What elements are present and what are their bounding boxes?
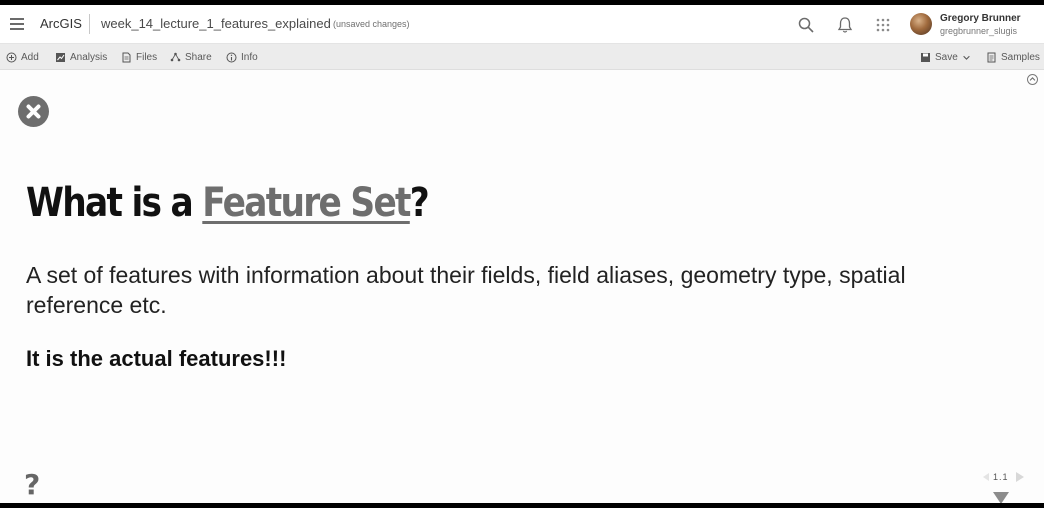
title-prefix: What is a [26,180,203,226]
slide-number: 1.1 [993,472,1009,482]
bell-icon[interactable] [836,16,854,34]
next-slide-icon[interactable] [1014,471,1026,483]
apps-grid-icon[interactable] [874,16,892,34]
add-label: Add [21,51,39,63]
save-button[interactable]: Save [920,50,971,64]
save-status: (unsaved changes) [333,19,410,29]
down-slide-icon[interactable] [992,491,1010,503]
feature-set-link[interactable]: Feature Set [202,180,411,226]
share-icon [170,52,181,61]
info-label: Info [241,51,258,63]
app-window: ArcGIS week_14_lecture_1_features_explai… [0,5,1044,503]
add-circle-icon [6,52,17,62]
close-icon[interactable] [18,96,49,127]
slide-content: What is a Feature Set? A set of features… [0,70,1044,503]
user-handle: gregbrunner_slugis [940,26,1018,36]
file-icon [122,52,131,62]
title-suffix: ? [409,180,430,226]
info-button[interactable]: Info [226,50,258,64]
avatar[interactable] [910,13,932,35]
info-icon [226,52,237,62]
prev-slide-icon[interactable] [982,472,990,482]
help-button[interactable]: ? [24,468,40,501]
chevron-down-icon [963,55,970,60]
samples-label: Samples [1001,51,1040,63]
search-icon[interactable] [797,16,815,34]
files-button[interactable]: Files [121,50,157,64]
collapse-icon[interactable] [1027,74,1038,85]
save-label: Save [935,51,958,63]
samples-icon [987,52,996,62]
save-icon [921,52,930,62]
top-header: ArcGIS week_14_lecture_1_features_explai… [0,5,1044,44]
slide-body-text: A set of features with information about… [26,262,906,318]
share-label: Share [185,51,212,63]
menu-icon[interactable] [10,18,24,30]
files-label: Files [136,51,158,63]
user-name[interactable]: Gregory Brunner [940,13,1021,24]
slide-title: What is a Feature Set? [26,180,430,226]
share-button[interactable]: Share [170,50,212,64]
analysis-icon [56,52,65,62]
analysis-button[interactable]: Analysis [55,50,107,64]
add-button[interactable]: Add [6,50,39,64]
notebook-toolbar: Add Analysis Files Share Info Save Sampl… [0,44,1044,70]
samples-button[interactable]: Samples [986,50,1040,64]
header-divider [89,14,90,34]
app-brand[interactable]: ArcGIS [40,16,82,31]
analysis-label: Analysis [70,51,108,63]
notebook-title[interactable]: week_14_lecture_1_features_explained [101,16,331,31]
slide-emphasis-text: It is the actual features!!! [26,346,287,371]
